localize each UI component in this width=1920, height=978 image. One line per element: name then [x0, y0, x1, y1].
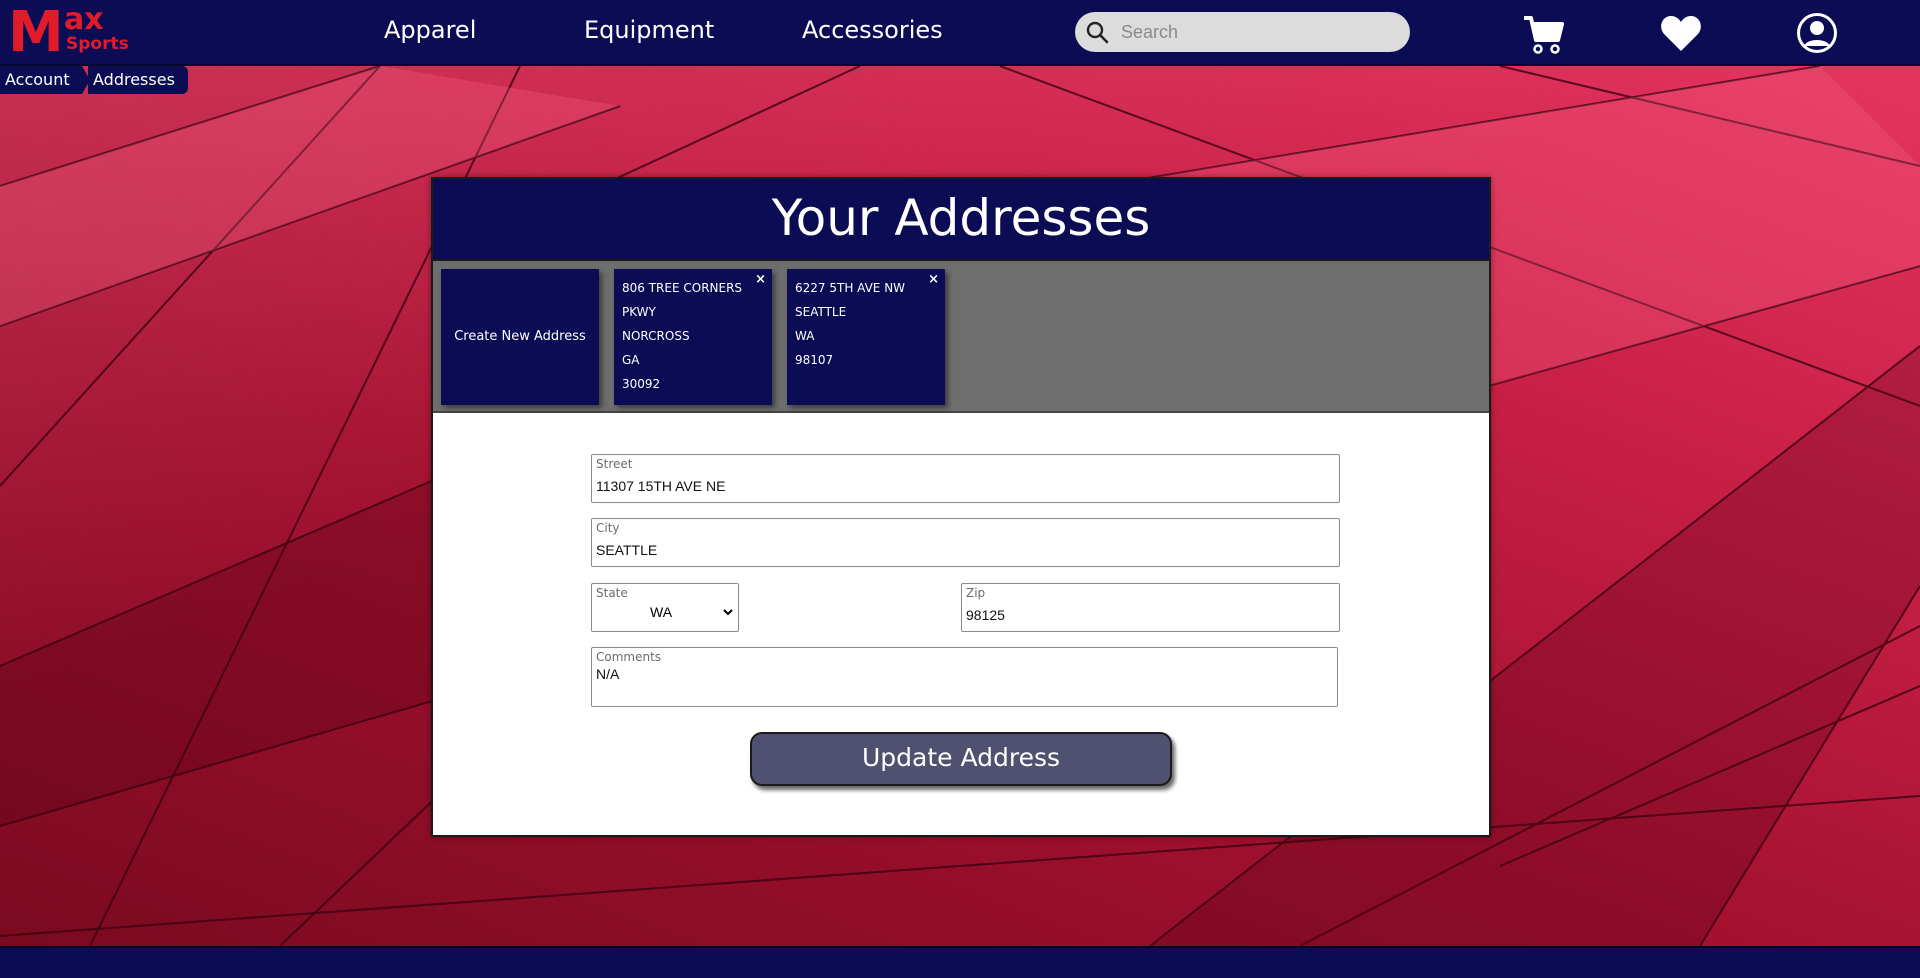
nav-apparel[interactable]: Apparel [384, 16, 476, 44]
address-line: 98107 [795, 353, 834, 367]
nav-equipment[interactable]: Equipment [584, 16, 714, 44]
state-field: State WA [591, 583, 739, 632]
zip-input[interactable] [966, 604, 1331, 626]
address-line: NORCROSS [622, 329, 690, 343]
create-new-address-label: Create New Address [454, 329, 586, 344]
nav-accessories[interactable]: Accessories [802, 16, 943, 44]
address-card[interactable]: × 806 TREE CORNERS PKWY NORCROSS GA 3009… [614, 269, 772, 405]
create-new-address-card[interactable]: Create New Address [441, 269, 599, 405]
search-bar [1075, 12, 1410, 52]
top-header: M ax Sports Apparel Equipment Accessorie… [0, 0, 1920, 66]
logo-letter-m: M [8, 0, 64, 65]
search-icon[interactable] [1085, 20, 1109, 48]
heart-icon[interactable] [1660, 14, 1702, 56]
close-icon[interactable]: × [755, 272, 766, 287]
state-label: State [596, 586, 628, 600]
city-input[interactable] [596, 539, 1331, 561]
address-line: PKWY [622, 305, 656, 319]
street-field: Street [591, 454, 1340, 503]
logo-sports: Sports [66, 34, 129, 54]
user-icon[interactable] [1796, 12, 1838, 58]
city-field: City [591, 518, 1340, 567]
address-card[interactable]: × 6227 5TH AVE NW SEATTLE WA 98107 [787, 269, 945, 405]
update-address-button[interactable]: Update Address [750, 732, 1172, 786]
breadcrumb-addresses[interactable]: Addresses [88, 66, 188, 94]
zip-field: Zip [961, 583, 1340, 632]
address-line: SEATTLE [795, 305, 847, 319]
address-line: WA [795, 329, 815, 343]
address-cards-bar: Create New Address × 806 TREE CORNERS PK… [433, 261, 1489, 413]
comments-textarea[interactable]: N/A [596, 666, 1329, 702]
cart-icon[interactable] [1522, 12, 1566, 60]
footer-bar [0, 946, 1920, 978]
address-line: 30092 [622, 377, 661, 391]
comments-label: Comments [596, 650, 662, 664]
breadcrumb-account[interactable]: Account [0, 66, 90, 94]
street-label: Street [596, 457, 633, 471]
panel-header: Your Addresses [433, 179, 1489, 261]
comments-field: Comments N/A [591, 647, 1338, 707]
street-input[interactable] [596, 475, 1331, 497]
state-select[interactable]: WA [596, 600, 736, 624]
city-label: City [596, 521, 620, 535]
address-line: GA [622, 353, 640, 367]
logo-letters-ax: ax [64, 2, 104, 37]
close-icon[interactable]: × [928, 272, 939, 287]
page-title: Your Addresses [771, 189, 1151, 247]
logo[interactable]: M ax Sports [8, 0, 129, 65]
address-line: 6227 5TH AVE NW [795, 281, 906, 295]
zip-label: Zip [966, 586, 986, 600]
address-line: 806 TREE CORNERS [622, 281, 743, 295]
search-input[interactable] [1121, 18, 1391, 46]
